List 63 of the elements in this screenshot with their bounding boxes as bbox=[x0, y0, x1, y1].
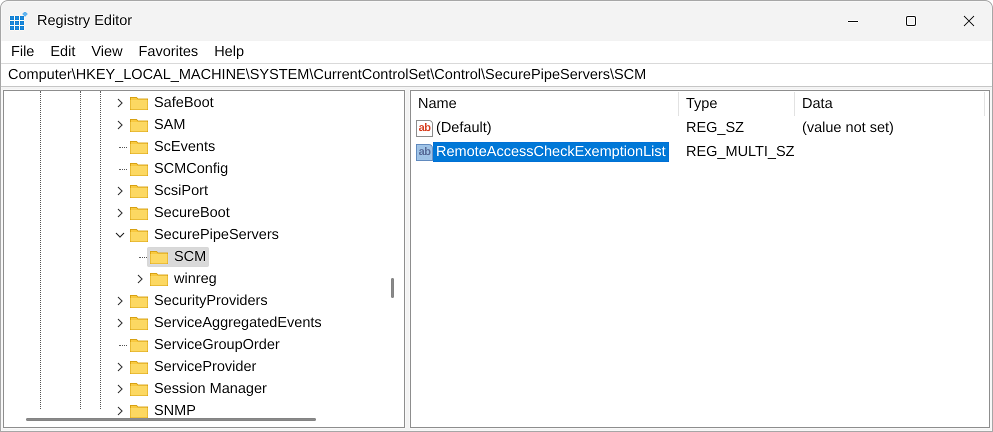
folder-icon bbox=[130, 404, 148, 418]
tree-item[interactable]: SafeBoot bbox=[127, 93, 217, 113]
folder-icon bbox=[130, 360, 148, 374]
menu-item[interactable]: Edit bbox=[50, 44, 76, 60]
folder-icon bbox=[130, 228, 148, 242]
menu-item[interactable]: Favorites bbox=[138, 44, 198, 60]
expand-chevron-icon[interactable] bbox=[115, 186, 125, 196]
maximize-icon bbox=[905, 15, 917, 27]
menu-item[interactable]: File bbox=[11, 44, 34, 60]
folder-icon bbox=[130, 162, 148, 176]
expand-chevron-icon[interactable] bbox=[115, 362, 125, 372]
tree-item[interactable]: SAM bbox=[127, 115, 188, 135]
value-data: (value not set) bbox=[801, 120, 895, 136]
expand-chevron-icon[interactable] bbox=[115, 208, 125, 218]
expand-chevron-icon[interactable] bbox=[115, 98, 125, 108]
folder-icon bbox=[150, 272, 168, 286]
folder-icon bbox=[130, 206, 148, 220]
scrollbar-thumb[interactable] bbox=[391, 278, 394, 298]
collapse-chevron-icon[interactable] bbox=[115, 230, 125, 240]
tree-item[interactable]: ServiceAggregatedEvents bbox=[127, 313, 325, 333]
string-value-icon: ab bbox=[416, 120, 433, 136]
folder-icon bbox=[130, 118, 148, 132]
column-header[interactable]: Type bbox=[679, 92, 795, 116]
string-value-icon: ab bbox=[416, 144, 433, 160]
folder-icon bbox=[130, 96, 148, 110]
tree-item[interactable]: SecureBoot bbox=[127, 203, 233, 223]
tree-item[interactable]: winreg bbox=[147, 269, 220, 289]
tree-item[interactable]: ScsiPort bbox=[127, 181, 211, 201]
folder-icon bbox=[130, 316, 148, 330]
window-title: Registry Editor bbox=[37, 13, 132, 29]
folder-icon bbox=[150, 250, 168, 264]
address-field[interactable]: Computer\HKEY_LOCAL_MACHINE\SYSTEM\CurrentControlSet\Control\SecurePipeServers\SCM bbox=[1, 63, 992, 87]
column-header[interactable]: Name bbox=[411, 92, 679, 116]
close-icon bbox=[963, 15, 975, 27]
value-type: REG_MULTI_SZ bbox=[685, 144, 795, 160]
expand-chevron-icon[interactable] bbox=[115, 406, 125, 416]
tree-item[interactable]: SecurityProviders bbox=[127, 291, 271, 311]
folder-icon bbox=[130, 382, 148, 396]
folder-icon bbox=[130, 338, 148, 352]
menu-item[interactable]: Help bbox=[214, 44, 244, 60]
tree-item[interactable]: Session Manager bbox=[127, 379, 270, 399]
folder-icon bbox=[130, 184, 148, 198]
expand-chevron-icon[interactable] bbox=[115, 120, 125, 130]
tree-item[interactable]: SecurePipeServers bbox=[127, 225, 282, 245]
scrollbar-thumb[interactable] bbox=[26, 418, 316, 421]
tree-item[interactable]: SNMP bbox=[127, 401, 199, 421]
expand-chevron-icon[interactable] bbox=[115, 318, 125, 328]
value-type: REG_SZ bbox=[685, 120, 746, 136]
folder-icon bbox=[130, 140, 148, 154]
folder-icon bbox=[130, 294, 148, 308]
tree-item[interactable]: SCMConfig bbox=[127, 159, 232, 179]
tree-item[interactable]: SCM bbox=[147, 247, 210, 267]
tree-item[interactable]: ScEvents bbox=[127, 137, 218, 157]
menu-item[interactable]: View bbox=[91, 44, 123, 60]
value-name[interactable]: (Default) bbox=[433, 118, 495, 138]
tree-item[interactable]: ServiceProvider bbox=[127, 357, 260, 377]
value-name[interactable]: RemoteAccessCheckExemptionList bbox=[433, 142, 669, 162]
app-icon bbox=[10, 12, 28, 30]
tree-item[interactable]: ServiceGroupOrder bbox=[127, 335, 283, 355]
expand-chevron-icon[interactable] bbox=[135, 274, 145, 284]
expand-chevron-icon[interactable] bbox=[115, 384, 125, 394]
column-header[interactable]: Data bbox=[795, 92, 985, 116]
expand-chevron-icon[interactable] bbox=[115, 296, 125, 306]
